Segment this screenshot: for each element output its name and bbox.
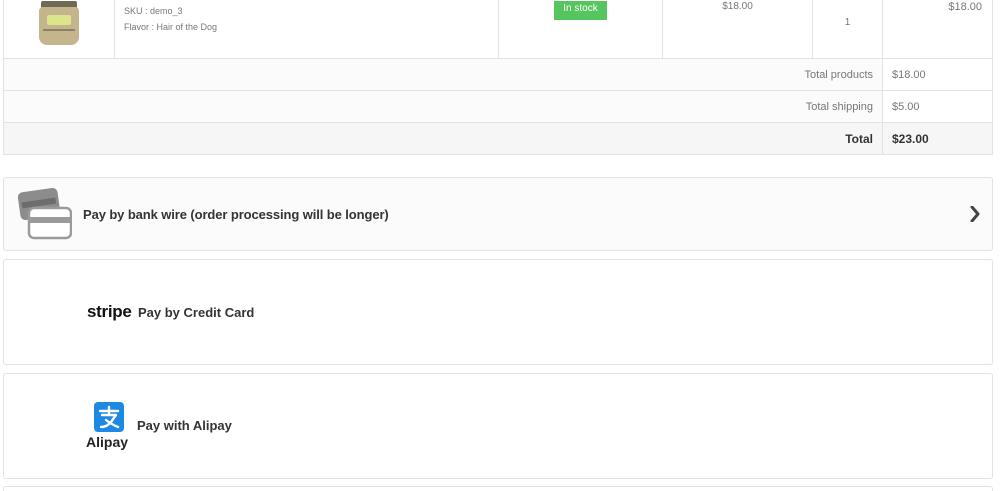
product-thumbnail[interactable]: [39, 1, 79, 45]
total-shipping-label: Total shipping: [3, 90, 883, 123]
total-products-label: Total products: [3, 58, 883, 91]
alipay-icon: [94, 402, 124, 432]
product-sku: SKU : demo_3: [124, 6, 183, 16]
product-unit-price-cell: $18.00: [662, 0, 813, 59]
pay-by-credit-card-option[interactable]: stripe Pay by Credit Card: [3, 259, 993, 365]
product-attributes: Flavor : Hair of the Dog: [124, 22, 218, 32]
credit-card-icon: [17, 188, 72, 240]
grand-total-row: Total $23.00: [3, 122, 993, 155]
cart-summary-table: SKU : demo_3 Flavor : Hair of the Dog In…: [3, 0, 993, 155]
product-image-cell: [3, 0, 115, 59]
alipay-wordmark: Alipay: [86, 434, 129, 450]
grand-total-value: $23.00: [882, 122, 993, 155]
in-stock-badge: In stock: [554, 1, 607, 20]
chevron-right-icon: [970, 206, 980, 222]
pay-with-alipay-option[interactable]: Alipay Pay with Alipay: [3, 373, 993, 479]
product-quantity: 1: [844, 17, 851, 28]
grand-total-label: Total: [3, 122, 883, 155]
product-quantity-cell: 1: [812, 0, 883, 59]
total-shipping-row: Total shipping $5.00: [3, 90, 993, 123]
product-availability-cell: In stock: [498, 0, 663, 59]
product-description-cell: SKU : demo_3 Flavor : Hair of the Dog: [114, 0, 499, 59]
product-line-total: $18.00: [948, 1, 982, 13]
stripe-label: Pay by Credit Card: [138, 305, 255, 320]
total-shipping-value: $5.00: [882, 90, 993, 123]
product-unit-price: $18.00: [722, 1, 753, 12]
bankwire-label: Pay by bank wire (order processing will …: [83, 207, 389, 222]
next-payment-option[interactable]: [3, 486, 993, 491]
total-products-row: Total products $18.00: [3, 58, 993, 91]
total-products-value: $18.00: [882, 58, 993, 91]
product-line-total-cell: $18.00: [882, 0, 993, 59]
pay-by-bankwire-option[interactable]: Pay by bank wire (order processing will …: [3, 177, 993, 251]
alipay-label: Pay with Alipay: [137, 418, 232, 433]
cart-product-row: SKU : demo_3 Flavor : Hair of the Dog In…: [3, 0, 993, 59]
stripe-logo: stripe: [87, 302, 132, 321]
